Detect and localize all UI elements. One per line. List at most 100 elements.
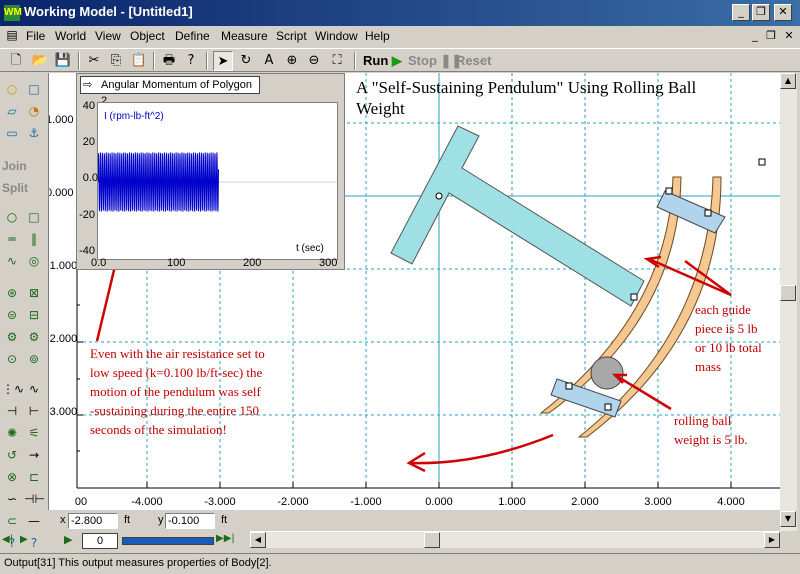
graph-title-box[interactable]: ⇨ Angular Momentum of Polygon 2: [80, 76, 260, 107]
frame-counter[interactable]: 0: [82, 533, 118, 549]
torque-tool-icon[interactable]: ↺: [2, 445, 22, 465]
square-point-tool-icon[interactable]: □: [24, 207, 44, 227]
tape-progress[interactable]: [122, 537, 214, 545]
new-file-icon[interactable]: 🗋: [6, 51, 26, 71]
arrow-pointer-icon[interactable]: ➤: [213, 51, 233, 71]
pin-joint-tool-icon[interactable]: ⊛: [2, 283, 22, 303]
step-forward-icon[interactable]: ▶▶|: [216, 533, 235, 544]
expand-arrow-icon[interactable]: ⇨: [83, 77, 92, 93]
circle-tool-icon[interactable]: ○: [2, 79, 22, 99]
x-coord-field[interactable]: -2.800: [68, 513, 118, 529]
reset-button[interactable]: Reset: [456, 53, 491, 68]
wave-spring-tool-icon[interactable]: ∿: [24, 379, 44, 399]
pulley-tool-icon[interactable]: ⊂: [2, 511, 22, 531]
horizontal-scroll-thumb[interactable]: [424, 532, 440, 548]
menu-file[interactable]: File: [26, 29, 45, 43]
slot-joint-tool-icon[interactable]: ⊜: [2, 305, 22, 325]
vertical-scrollbar[interactable]: ▲ ▼: [780, 73, 797, 531]
force-tool-icon[interactable]: →: [24, 445, 44, 465]
y-coord-field[interactable]: -0.100: [165, 513, 215, 529]
play-forward-icon[interactable]: ▶: [64, 533, 72, 546]
status-bar: Output[31] This output measures properti…: [0, 553, 800, 574]
mdi-restore-button[interactable]: ❐: [764, 29, 778, 43]
menu-object[interactable]: Object: [130, 29, 165, 43]
scroll-right-arrow-icon[interactable]: ▶: [764, 532, 780, 548]
scroll-down-arrow-icon[interactable]: ▼: [780, 511, 796, 527]
bottom-tick-label: 0.000: [425, 496, 453, 508]
menu-view[interactable]: View: [95, 29, 121, 43]
menu-world[interactable]: World: [55, 29, 86, 43]
curved-joint-tool-icon[interactable]: ⊙: [2, 349, 22, 369]
menu-window[interactable]: Window: [315, 29, 358, 43]
vertical-slot-tool-icon[interactable]: ‖: [24, 229, 44, 249]
menu-script[interactable]: Script: [276, 29, 307, 43]
motor-rotation-tool-icon[interactable]: ⊗: [2, 467, 22, 487]
rotate-icon[interactable]: ↻: [236, 51, 256, 71]
split-button[interactable]: Split: [2, 178, 46, 198]
text-tool-icon[interactable]: A: [259, 51, 279, 71]
help-icon[interactable]: ?: [181, 51, 201, 71]
bottom-tick-label: 4.000: [717, 496, 745, 508]
x-axis-label: t (sec): [296, 243, 324, 254]
line-tool-icon[interactable]: —: [24, 511, 44, 531]
rope-tool-icon[interactable]: ⊢: [24, 401, 44, 421]
join-button[interactable]: Join: [2, 156, 46, 176]
actuator-tool-icon[interactable]: ⚙: [24, 327, 44, 347]
zoom-out-icon[interactable]: ⊖: [304, 51, 324, 71]
step-back-icon[interactable]: ◀|: [2, 534, 13, 545]
linear-actuator-tool-icon[interactable]: ⊏: [24, 467, 44, 487]
document-icon[interactable]: ▤: [4, 28, 20, 44]
left-tick-label: -1.000: [49, 260, 77, 272]
zoom-fit-icon[interactable]: ⛶: [327, 51, 347, 71]
print-icon[interactable]: 🖶: [159, 51, 179, 71]
close-button[interactable]: ✕: [774, 4, 792, 21]
mdi-minimize-button[interactable]: _: [748, 29, 762, 43]
rigid-joint-tool-icon[interactable]: ⊠: [24, 283, 44, 303]
menu-measure[interactable]: Measure: [221, 29, 268, 43]
tape-controls: ◀| ▶: [0, 531, 48, 553]
x-unit-label: ft: [124, 514, 131, 526]
stop-button[interactable]: Stop ❚❚: [408, 53, 462, 69]
vertical-scroll-thumb[interactable]: [780, 285, 796, 301]
zoom-in-icon[interactable]: ⊕: [282, 51, 302, 71]
minimize-button[interactable]: _: [732, 4, 750, 21]
bottom-tick-labels: 00 -4.000 -3.000 -2.000 -1.000 0.000 1.0…: [75, 496, 745, 508]
joint-marker: [704, 209, 712, 217]
menu-define[interactable]: Define: [175, 29, 210, 43]
scroll-left-arrow-icon[interactable]: ◀: [250, 532, 266, 548]
motor-tool-icon[interactable]: ⚙: [2, 327, 22, 347]
copy-icon[interactable]: ⎘: [106, 51, 126, 71]
save-icon[interactable]: 💾: [53, 51, 73, 71]
cut-icon[interactable]: ✂: [84, 51, 104, 71]
run-button[interactable]: Run ▶: [363, 53, 402, 69]
gear-joint-tool-icon[interactable]: ⊚: [24, 349, 44, 369]
separator-tool-icon[interactable]: ⊣⊢: [24, 489, 45, 509]
maximize-button[interactable]: ❐: [752, 4, 770, 21]
torsion-spring-tool-icon[interactable]: ✺: [2, 423, 22, 443]
damper-tool-icon[interactable]: ⊣: [2, 401, 22, 421]
slot-tool-icon[interactable]: ═: [2, 229, 22, 249]
rectangle-tool-icon[interactable]: □: [24, 79, 44, 99]
horizontal-scrollbar[interactable]: ◀ ▶: [250, 531, 780, 548]
curved-body-tool-icon[interactable]: ◔: [24, 101, 44, 121]
y-axis-label: I (rpm-lb-ft^2): [104, 111, 164, 122]
keyed-slot-tool-icon[interactable]: ⊟: [24, 305, 44, 325]
graph-window[interactable]: ⇨ Angular Momentum of Polygon 2 I (rpm-l…: [76, 73, 345, 270]
tape-scrubber[interactable]: ▶ 0 ▶▶|: [64, 533, 248, 551]
rewind-icon[interactable]: ▶: [20, 534, 28, 545]
curved-slot-tool-icon[interactable]: ∿: [2, 251, 22, 271]
menu-help[interactable]: Help: [365, 29, 390, 43]
x-tick: 300: [319, 257, 338, 269]
mdi-close-button[interactable]: ✕: [782, 29, 796, 43]
spring-tool-icon[interactable]: ⋮∿: [2, 379, 24, 399]
anchor-icon[interactable]: ⚓: [24, 123, 44, 143]
square-tool-icon[interactable]: ▭: [2, 123, 22, 143]
rod-tool-icon[interactable]: ∽: [2, 489, 22, 509]
torsion-damper-tool-icon[interactable]: ⚟: [24, 423, 44, 443]
scroll-up-arrow-icon[interactable]: ▲: [780, 73, 796, 89]
open-folder-icon[interactable]: 📂: [30, 51, 50, 71]
closed-slot-tool-icon[interactable]: ◎: [24, 251, 44, 271]
point-tool-icon[interactable]: ○: [2, 207, 22, 227]
polygon-tool-icon[interactable]: ▱: [2, 101, 22, 121]
paste-icon[interactable]: 📋: [129, 51, 149, 71]
